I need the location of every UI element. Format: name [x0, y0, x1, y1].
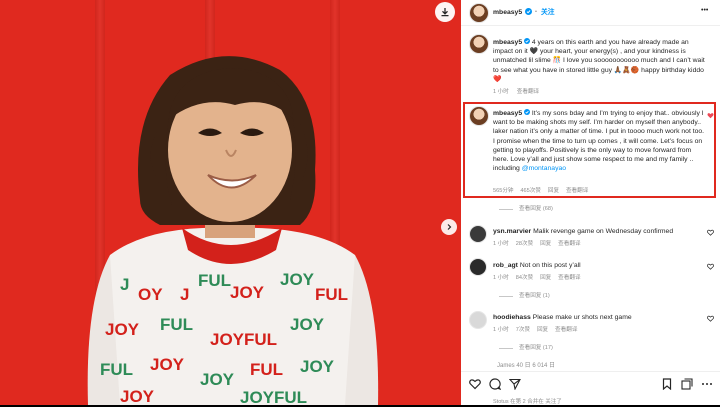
next-photo-button[interactable] [441, 219, 457, 235]
translate-link[interactable]: 查看翻译 [558, 241, 580, 247]
comments-panel: mbeasy5 • 关注 ••• mbeasy5 4 years on this… [461, 0, 720, 405]
bottom-partial-text: Stotus 在第 2 合并在 关注了 [493, 399, 562, 405]
comment-avatar[interactable] [469, 311, 487, 329]
comment-avatar[interactable] [469, 106, 489, 126]
comment-icon[interactable] [489, 378, 501, 390]
verified-badge-icon [525, 8, 532, 15]
chevron-right-icon [447, 224, 452, 230]
comment-meta: 1 小时 84次赞 回复 查看翻译 [493, 273, 581, 283]
svg-text:JOY: JOY [300, 357, 335, 376]
caption-avatar[interactable] [469, 34, 489, 54]
comment-text: ysn.marvier Malik revenge game on Wednes… [493, 227, 703, 236]
author-avatar[interactable] [469, 3, 489, 23]
heart-icon[interactable] [707, 112, 714, 119]
svg-text:JOY: JOY [105, 320, 140, 339]
post-photo[interactable]: J OY J FUL JOY JOY FUL JOY FUL JOYFUL JOY FUL… [0, 0, 461, 405]
header-dot: • [535, 9, 537, 15]
svg-text:JOY: JOY [290, 315, 325, 334]
svg-text:FUL: FUL [160, 315, 193, 334]
mention-link[interactable]: @montanayao [522, 165, 566, 172]
translate-link[interactable]: 查看翻译 [558, 275, 580, 281]
comment-time: 565分钟 [493, 188, 514, 194]
follow-button[interactable]: 关注 [541, 8, 555, 17]
comment-likes[interactable]: 7次赞 [516, 327, 530, 333]
comment-username[interactable]: hoodiehass [493, 314, 531, 321]
translate-link[interactable]: 查看翻译 [566, 188, 588, 194]
author-username[interactable]: mbeasy5 [493, 8, 522, 17]
comment-time: 1 小时 [493, 275, 509, 281]
comment-text: hoodiehass Please make ur shots next gam… [493, 313, 703, 322]
svg-text:JOY: JOY [120, 387, 155, 405]
caption-translate-link[interactable]: 查看翻译 [517, 89, 539, 95]
svg-text:JOY: JOY [150, 355, 185, 374]
comment-avatar[interactable] [469, 225, 487, 243]
svg-text:JOY: JOY [280, 270, 315, 289]
caption-text: mbeasy5 4 years on this earth and you ha… [493, 38, 709, 84]
view-replies-link[interactable]: 查看回复 (68) [499, 205, 553, 214]
comment-body: Not on this post y’all [519, 262, 581, 269]
highlighted-comment-text: mbeasy5 It’s my sons bday and I’m trying… [493, 109, 705, 173]
reply-button[interactable]: 回复 [548, 188, 559, 194]
svg-text:JOYFUL: JOYFUL [240, 388, 307, 405]
caption-time: 1 小时 [493, 89, 509, 95]
verified-badge-icon [524, 109, 530, 115]
download-icon [441, 8, 449, 17]
svg-text:JOYFUL: JOYFUL [210, 330, 277, 349]
comment-body: It’s my sons bday and I’m trying to enjo… [493, 110, 705, 173]
heart-icon[interactable] [707, 315, 714, 322]
child-portrait-illustration: JOY JFUL JOYJOY FUL JOY FUL JOYFULJOY FUL… [87, 56, 379, 405]
partial-comment: James 40 日 6 014 日 [497, 363, 556, 369]
comment-likes[interactable]: 465次赞 [520, 188, 541, 194]
comment-body: Please make ur shots next game [532, 314, 632, 321]
view-replies-label: 查看回复 (1) [519, 293, 550, 299]
comment-body: Malik revenge game on Wednesday confirme… [533, 228, 674, 235]
svg-text:JOY: JOY [230, 283, 265, 302]
action-bar [461, 371, 720, 398]
caption-body: 4 years on this earth and you have alrea… [493, 39, 705, 83]
view-replies-link[interactable]: 查看回复 (17) [499, 344, 553, 353]
svg-text:FUL: FUL [250, 360, 283, 379]
heart-icon[interactable] [707, 229, 714, 236]
comment-username[interactable]: rob_agt [493, 262, 518, 269]
svg-text:FUL: FUL [100, 360, 133, 379]
highlighted-comment-meta: 565分钟 465次赞 回复 查看翻译 [493, 186, 588, 196]
svg-text:J: J [180, 285, 189, 304]
view-replies-label: 查看回复 (68) [519, 206, 553, 212]
caption-username[interactable]: mbeasy5 [493, 39, 522, 46]
comment-time: 1 小时 [493, 327, 509, 333]
reply-button[interactable]: 回复 [540, 275, 551, 281]
comment-likes[interactable]: 28次赞 [516, 241, 533, 247]
download-button[interactable] [435, 2, 455, 22]
reply-button[interactable]: 回复 [537, 327, 548, 333]
svg-text:J: J [120, 275, 129, 294]
translate-link[interactable]: 查看翻译 [555, 327, 577, 333]
verified-badge-icon [524, 38, 530, 44]
svg-text:FUL: FUL [315, 285, 348, 304]
comment-username[interactable]: mbeasy5 [493, 110, 522, 117]
heart-icon[interactable] [469, 378, 481, 390]
instagram-post-viewer: J OY J FUL JOY JOY FUL JOY FUL JOYFUL JOY FUL… [0, 0, 720, 405]
more-icon[interactable] [701, 378, 713, 390]
share-icon[interactable] [509, 378, 521, 390]
view-replies-label: 查看回复 (17) [519, 345, 553, 351]
more-options-button[interactable]: ••• [701, 6, 708, 15]
comment-time: 1 小时 [493, 241, 509, 247]
post-header: mbeasy5 • 关注 ••• [461, 0, 720, 26]
comment-meta: 1 小时 7次赞 回复 查看翻译 [493, 325, 577, 335]
heart-icon[interactable] [707, 263, 714, 270]
comment-meta: 1 小时 28次赞 回复 查看翻译 [493, 239, 581, 249]
comment-text: rob_agt Not on this post y’all [493, 261, 703, 270]
svg-text:OY: OY [138, 285, 163, 304]
reply-button[interactable]: 回复 [540, 241, 551, 247]
comment-avatar[interactable] [469, 258, 487, 276]
svg-text:FUL: FUL [198, 271, 231, 290]
caption-meta: 1 小时 查看翻译 [493, 87, 539, 97]
comment-username[interactable]: ysn.marvier [493, 228, 531, 235]
view-replies-link[interactable]: 查看回复 (1) [499, 292, 550, 301]
repost-icon[interactable] [681, 378, 693, 390]
svg-text:JOY: JOY [200, 370, 235, 389]
comment-likes[interactable]: 84次赞 [516, 275, 533, 281]
bookmark-icon[interactable] [661, 378, 673, 390]
